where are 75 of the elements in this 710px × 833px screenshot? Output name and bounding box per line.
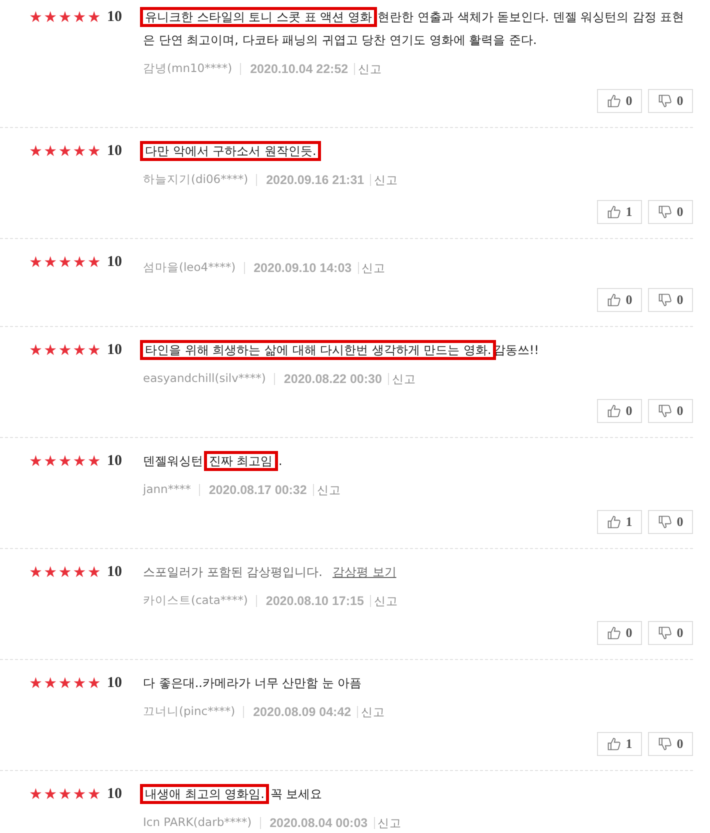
author-name: 카이스트(cata****) — [143, 592, 248, 609]
score-number: 10 — [107, 674, 123, 693]
report-link[interactable]: 신고 — [358, 262, 386, 274]
star-rating: ★★★★★ — [29, 252, 102, 273]
thumbs-down-icon — [658, 626, 672, 640]
star-rating: ★★★★★ — [29, 141, 102, 162]
review-date: 2020.09.10 14:03 — [244, 262, 358, 274]
report-link[interactable]: 신고 — [370, 174, 398, 186]
thumbs-up-icon — [606, 293, 621, 307]
thumbs-down-icon — [658, 404, 672, 418]
star-rating: ★★★★★ — [29, 451, 102, 472]
report-link[interactable]: 신고 — [370, 594, 398, 606]
thumbs-up-icon — [606, 737, 621, 751]
review-text: 다 좋은대..카메라가 너무 산만함 눈 아픔 — [143, 675, 363, 692]
review-date: 2020.08.09 04:42 — [243, 706, 358, 718]
dislike-button[interactable]: 0 — [648, 200, 693, 224]
dislike-button[interactable]: 0 — [648, 399, 693, 423]
star-rating: ★★★★★ — [29, 340, 102, 361]
report-link[interactable]: 신고 — [374, 816, 402, 828]
like-button[interactable]: 0 — [597, 89, 642, 113]
thumbs-up-icon — [606, 205, 621, 219]
review-date: 2020.08.22 00:30 — [274, 372, 388, 384]
author-name: jann**** — [143, 481, 191, 498]
dislike-button[interactable]: 0 — [648, 288, 693, 312]
review-date: 2020.08.17 00:32 — [198, 484, 313, 496]
report-link[interactable]: 신고 — [312, 484, 341, 496]
author-name: 끄너니(pinc****) — [143, 703, 236, 720]
view-review-link[interactable]: 감상평 보기 — [332, 565, 396, 579]
like-button[interactable]: 1 — [597, 200, 642, 224]
thumbs-up-icon — [606, 94, 621, 108]
dislike-button[interactable]: 0 — [648, 732, 693, 756]
report-link[interactable]: 신고 — [388, 372, 416, 384]
thumbs-up-icon — [606, 404, 621, 418]
author-name: 감녕(mn10****) — [143, 60, 232, 77]
author-name: 하늘지기(di06****) — [143, 171, 248, 188]
author-name: Icn PARK(darb****) — [143, 814, 252, 831]
review-date: 2020.10.04 22:52 — [240, 62, 354, 74]
dislike-button[interactable]: 0 — [648, 89, 693, 113]
thumbs-down-icon — [658, 515, 672, 529]
review-date: 2020.08.10 17:15 — [256, 594, 370, 606]
author-name: easyandchill(silv****) — [143, 370, 266, 387]
score-number: 10 — [107, 142, 123, 161]
spoiler-notice: 스포일러가 포함된 감상평입니다. — [143, 565, 322, 579]
review-date: 2020.09.16 21:31 — [256, 174, 370, 186]
star-rating: ★★★★★ — [29, 7, 102, 28]
review-text: 유니크한 스타일의 토니 스콧 표 액션 영화 현란한 연출과 색체가 돋보인다. 덴젤 워싱턴의 감정 표현은 단연 최고이며, 다코타 패닝의 귀엽고 당찬 연기도 영화에 활력을 준다. — [143, 6, 693, 52]
score-number: 10 — [107, 341, 123, 360]
like-button[interactable]: 0 — [597, 288, 642, 312]
like-button[interactable]: 0 — [597, 399, 642, 423]
report-link[interactable]: 신고 — [354, 62, 382, 74]
dislike-button[interactable]: 0 — [648, 510, 693, 534]
score-number: 10 — [107, 8, 123, 27]
star-rating: ★★★★★ — [29, 784, 102, 805]
like-button[interactable]: 1 — [597, 510, 642, 534]
thumbs-up-icon — [606, 626, 621, 640]
review-date: 2020.08.04 00:03 — [260, 816, 374, 828]
score-number: 10 — [107, 253, 123, 272]
dislike-button[interactable]: 0 — [648, 621, 693, 645]
star-rating: ★★★★★ — [29, 562, 102, 583]
star-rating: ★★★★★ — [29, 673, 102, 694]
thumbs-down-icon — [658, 737, 672, 751]
thumbs-up-icon — [606, 515, 621, 529]
report-link[interactable]: 신고 — [357, 706, 386, 718]
score-number: 10 — [107, 563, 123, 582]
score-number: 10 — [107, 785, 123, 804]
thumbs-down-icon — [658, 293, 672, 307]
review-text: 타인을 위해 희생하는 삶에 대해 다시한번 생각하게 만드는 영화. 감동쓰!! — [143, 339, 693, 362]
score-number: 10 — [107, 452, 123, 471]
thumbs-down-icon — [658, 94, 672, 108]
like-button[interactable]: 1 — [597, 732, 642, 756]
thumbs-down-icon — [658, 205, 672, 219]
like-button[interactable]: 0 — [597, 621, 642, 645]
review-text: 다만 악에서 구하소서 원작인듯. — [143, 140, 693, 163]
review-text: 내생애 최고의 영화임. 꼭 보세요 — [143, 783, 693, 806]
author-name: 섬마을(leo4****) — [143, 259, 236, 276]
